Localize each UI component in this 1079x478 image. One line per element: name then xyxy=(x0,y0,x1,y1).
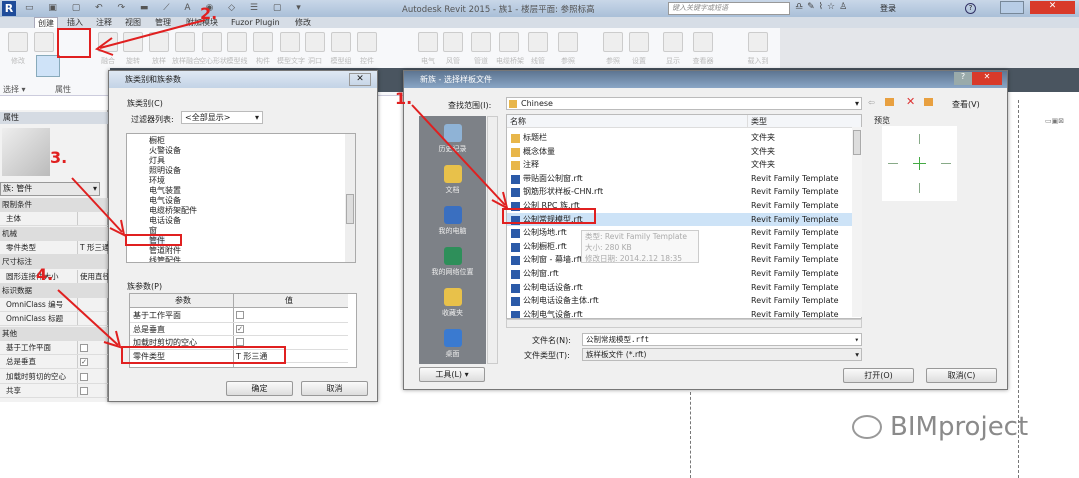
annotation-label-4: 4. xyxy=(36,265,54,284)
annotation-arrows xyxy=(57,19,509,349)
arrow-1 xyxy=(411,104,506,206)
watermark: BIMproject xyxy=(890,412,1029,442)
arrow-4 xyxy=(57,289,119,346)
annotation-label-3: 3. xyxy=(50,148,68,167)
arrow-3 xyxy=(71,177,123,233)
wechat-icon xyxy=(852,415,882,439)
arrow-2 xyxy=(99,19,206,49)
annotation-label-1: 1. xyxy=(395,89,413,108)
annotation-label-2: 2. xyxy=(200,4,218,23)
